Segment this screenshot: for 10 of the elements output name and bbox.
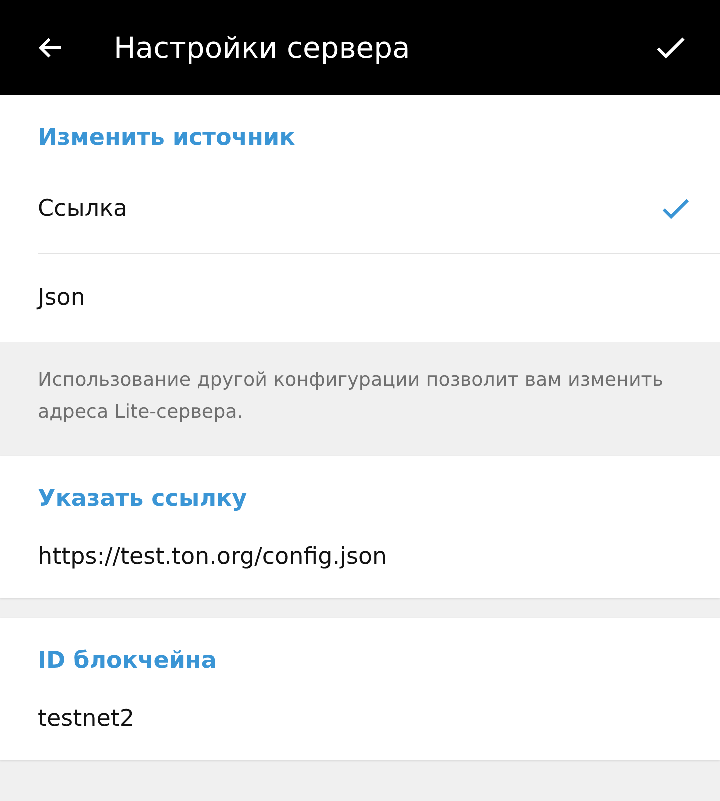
field-value[interactable]: https://test.ton.org/config.json [0, 526, 720, 598]
section-title: ID блокчейна [37, 647, 218, 676]
section-title: Изменить источник [37, 124, 296, 153]
screen-title: Настройки сервера [114, 30, 412, 64]
source-option[interactable]: Ссылка [38, 165, 720, 254]
option-label: Ссылка [38, 196, 128, 222]
field-value[interactable]: testnet2 [0, 688, 720, 760]
source-option[interactable]: Json [38, 254, 720, 342]
option-label: Json [38, 285, 86, 311]
section-title: Указать ссылку [37, 485, 248, 514]
